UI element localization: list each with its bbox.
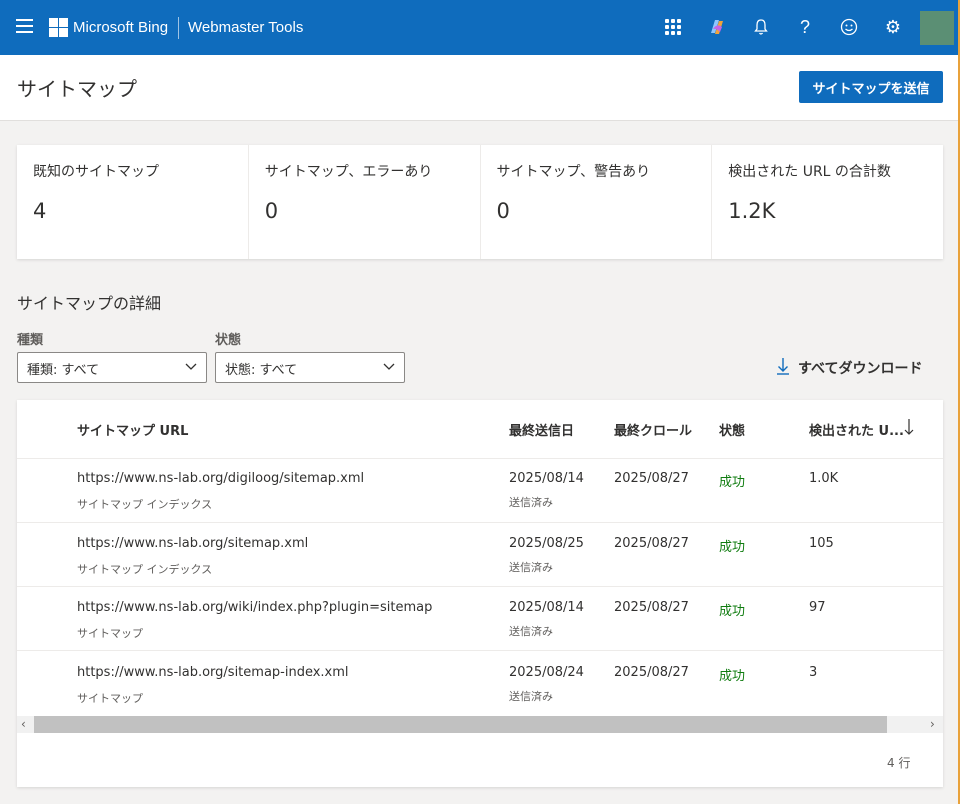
table-row[interactable]: https://www.ns-lab.org/sitemap-index.xml… xyxy=(17,651,943,715)
col-sitemap-url[interactable]: サイトマップ URL xyxy=(77,420,188,439)
gear-icon[interactable]: ⚙ xyxy=(880,14,906,40)
submitted-note: 送信済み xyxy=(509,690,553,703)
sitemap-url[interactable]: https://www.ns-lab.org/wiki/index.php?pl… xyxy=(77,600,432,615)
table-header: サイトマップ URL 最終送信日 最終クロール 状態 検出された U... xyxy=(17,400,943,459)
chevron-down-icon xyxy=(184,359,198,377)
type-filter-dropdown[interactable]: 種類: すべて xyxy=(17,352,207,383)
last-crawl: 2025/08/27 xyxy=(614,665,689,680)
sitemap-url[interactable]: https://www.ns-lab.org/digiloog/sitemap.… xyxy=(77,471,364,486)
stat-sitemaps-with-errors: サイトマップ、エラーあり 0 xyxy=(249,145,481,259)
sitemap-url[interactable]: https://www.ns-lab.org/sitemap.xml xyxy=(77,536,308,551)
download-all-button[interactable]: すべてダウンロード xyxy=(776,357,922,379)
discovered-urls: 1.0K xyxy=(809,471,839,486)
sitemaps-table: サイトマップ URL 最終送信日 最終クロール 状態 検出された U... ht… xyxy=(17,400,943,787)
sitemap-type: サイトマップ インデックス xyxy=(77,563,213,576)
status-badge: 成功 xyxy=(719,540,746,555)
stat-value: 4 xyxy=(33,199,47,223)
microsoft-logo-icon xyxy=(49,18,68,37)
chevron-down-icon xyxy=(382,359,396,377)
last-submitted: 2025/08/14 xyxy=(509,600,584,615)
menu-icon[interactable] xyxy=(16,19,33,33)
stat-sitemaps-with-warnings: サイトマップ、警告あり 0 xyxy=(481,145,713,259)
last-submitted: 2025/08/25 xyxy=(509,536,584,551)
smiley-icon[interactable] xyxy=(836,14,862,40)
download-icon xyxy=(776,357,790,379)
details-title: サイトマップの詳細 xyxy=(17,294,162,313)
type-filter-label: 種類 xyxy=(17,333,44,348)
page-title: サイトマップ xyxy=(17,77,137,101)
status-filter-label: 状態 xyxy=(215,333,242,348)
last-submitted: 2025/08/24 xyxy=(509,665,584,680)
submitted-note: 送信済み xyxy=(509,561,553,574)
copilot-icon[interactable] xyxy=(704,14,730,40)
table-row[interactable]: https://www.ns-lab.org/wiki/index.php?pl… xyxy=(17,587,943,651)
submit-sitemap-button[interactable]: サイトマップを送信 xyxy=(799,71,943,103)
stat-label: サイトマップ、エラーあり xyxy=(264,164,433,180)
top-bar: Microsoft Bing Webmaster Tools ? ⚙ xyxy=(0,0,960,55)
avatar[interactable] xyxy=(920,11,954,45)
apps-grid-icon[interactable] xyxy=(660,14,686,40)
sitemap-type: サイトマップ xyxy=(77,692,143,705)
sitemap-url[interactable]: https://www.ns-lab.org/sitemap-index.xml xyxy=(77,665,349,680)
help-icon[interactable]: ? xyxy=(792,14,818,40)
status-filter-dropdown[interactable]: 状態: すべて xyxy=(215,352,405,383)
status-badge: 成功 xyxy=(719,475,746,490)
product-name[interactable]: Webmaster Tools xyxy=(188,19,303,36)
stat-value: 0 xyxy=(264,199,279,223)
bell-icon[interactable] xyxy=(748,14,774,40)
stat-label: 検出された URL の合計数 xyxy=(728,164,891,180)
discovered-urls: 97 xyxy=(809,600,826,615)
sitemap-type: サイトマップ xyxy=(77,627,143,640)
scrollbar-thumb[interactable] xyxy=(34,716,887,733)
status-filter-value: 状態: すべて xyxy=(225,363,298,378)
scroll-right-icon[interactable]: › xyxy=(930,717,935,731)
col-status[interactable]: 状態 xyxy=(719,420,745,439)
last-crawl: 2025/08/27 xyxy=(614,600,689,615)
download-all-label: すべてダウンロード xyxy=(798,361,923,377)
stat-value: 0 xyxy=(496,199,510,223)
last-crawl: 2025/08/27 xyxy=(614,536,689,551)
discovered-urls: 105 xyxy=(809,536,834,551)
stat-known-sitemaps: 既知のサイトマップ 4 xyxy=(17,145,249,259)
row-count: 4 行 xyxy=(887,756,911,770)
stat-discovered-urls: 検出された URL の合計数 1.2K xyxy=(712,145,943,259)
table-row[interactable]: https://www.ns-lab.org/digiloog/sitemap.… xyxy=(17,459,943,523)
sort-descending-icon[interactable] xyxy=(903,418,915,440)
status-badge: 成功 xyxy=(719,604,746,619)
sitemap-type: サイトマップ インデックス xyxy=(77,498,213,511)
page-header: サイトマップ サイトマップを送信 xyxy=(0,55,960,121)
discovered-urls: 3 xyxy=(809,665,818,680)
stat-label: 既知のサイトマップ xyxy=(33,164,159,180)
horizontal-scrollbar[interactable]: ‹ › xyxy=(17,716,943,733)
submitted-note: 送信済み xyxy=(509,625,553,638)
last-crawl: 2025/08/27 xyxy=(614,471,689,486)
submitted-note: 送信済み xyxy=(509,496,553,509)
col-last-submitted[interactable]: 最終送信日 xyxy=(509,420,574,439)
stats-panel: 既知のサイトマップ 4 サイトマップ、エラーあり 0 サイトマップ、警告あり 0… xyxy=(17,145,943,259)
status-badge: 成功 xyxy=(719,669,746,684)
table-row[interactable]: https://www.ns-lab.org/sitemap.xml サイトマッ… xyxy=(17,523,943,587)
stat-label: サイトマップ、警告あり xyxy=(496,164,651,180)
type-filter-value: 種類: すべて xyxy=(27,363,100,378)
brand-divider xyxy=(178,17,179,39)
stat-value: 1.2K xyxy=(728,199,776,223)
col-last-crawl[interactable]: 最終クロール xyxy=(614,420,692,439)
brand-name[interactable]: Microsoft Bing xyxy=(73,19,168,36)
last-submitted: 2025/08/14 xyxy=(509,471,584,486)
scroll-left-icon[interactable]: ‹ xyxy=(21,717,26,731)
col-discovered-urls[interactable]: 検出された U... xyxy=(809,420,904,439)
